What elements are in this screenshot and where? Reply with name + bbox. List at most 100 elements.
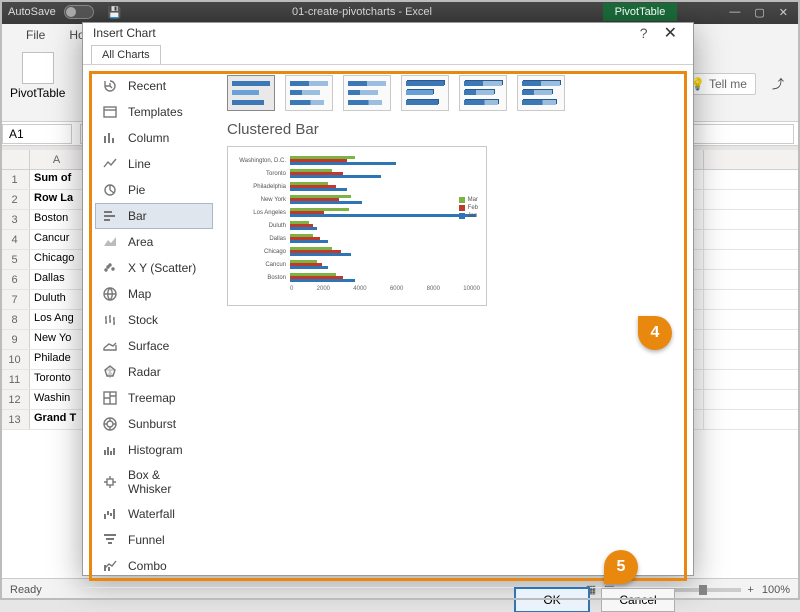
cell[interactable]: Chicago bbox=[30, 250, 84, 269]
subtype-3d-stacked-bar[interactable] bbox=[459, 75, 507, 111]
treemap-icon bbox=[102, 390, 118, 406]
app-titlebar: AutoSave 💾 01-create-pivotcharts - Excel… bbox=[0, 0, 800, 24]
minimize-icon[interactable]: — bbox=[729, 6, 740, 19]
cell[interactable]: Toronto bbox=[30, 370, 84, 389]
templates-icon bbox=[102, 104, 118, 120]
scatter-icon bbox=[102, 260, 118, 276]
subtype-3d-clustered-bar[interactable] bbox=[401, 75, 449, 111]
category-label: Funnel bbox=[128, 533, 165, 547]
row-header[interactable]: 8 bbox=[0, 310, 30, 329]
qat-save-icon[interactable]: 💾 bbox=[108, 6, 122, 19]
maximize-icon[interactable]: ▢ bbox=[754, 6, 764, 19]
chart-category-treemap[interactable]: Treemap bbox=[95, 385, 213, 411]
ok-button[interactable]: OK bbox=[515, 588, 589, 612]
cell[interactable]: Cancur bbox=[30, 230, 84, 249]
chart-category-scatter[interactable]: X Y (Scatter) bbox=[95, 255, 213, 281]
chart-category-waterfall[interactable]: Waterfall bbox=[95, 501, 213, 527]
surface-icon bbox=[102, 338, 118, 354]
chart-category-map[interactable]: Map bbox=[95, 281, 213, 307]
row-header[interactable]: 9 bbox=[0, 330, 30, 349]
row-header[interactable]: 11 bbox=[0, 370, 30, 389]
row-header[interactable]: 4 bbox=[0, 230, 30, 249]
category-label: Recent bbox=[128, 79, 166, 93]
dialog-close-icon[interactable]: ✕ bbox=[658, 23, 683, 43]
name-box[interactable] bbox=[2, 124, 72, 144]
row-header[interactable]: 3 bbox=[0, 210, 30, 229]
row-header[interactable]: 2 bbox=[0, 190, 30, 209]
chart-category-column[interactable]: Column bbox=[95, 125, 213, 151]
col-header-a[interactable]: A bbox=[30, 150, 84, 169]
chart-category-bar[interactable]: Bar bbox=[95, 203, 213, 229]
radar-icon bbox=[102, 364, 118, 380]
chart-category-stock[interactable]: Stock bbox=[95, 307, 213, 333]
cell[interactable]: Sum of bbox=[30, 170, 84, 189]
category-label: Map bbox=[128, 287, 151, 301]
row-header[interactable]: 13 bbox=[0, 410, 30, 429]
chart-category-radar[interactable]: Radar bbox=[95, 359, 213, 385]
tab-all-charts[interactable]: All Charts bbox=[91, 45, 161, 64]
pie-icon bbox=[102, 182, 118, 198]
autosave-toggle[interactable] bbox=[64, 5, 94, 19]
ribbon-pivottable[interactable]: PivotTable bbox=[0, 46, 75, 121]
dialog-title: Insert Chart bbox=[93, 26, 156, 40]
chart-category-histogram[interactable]: Histogram bbox=[95, 437, 213, 463]
column-icon bbox=[102, 130, 118, 146]
cell[interactable]: Los Ang bbox=[30, 310, 84, 329]
cell[interactable]: Dallas bbox=[30, 270, 84, 289]
zoom-level: 100% bbox=[762, 584, 790, 596]
autosave-label: AutoSave bbox=[0, 6, 64, 18]
boxwhisker-icon bbox=[102, 474, 118, 490]
category-label: Radar bbox=[128, 365, 161, 379]
subtype-3d-100-stacked-bar[interactable] bbox=[517, 75, 565, 111]
chart-category-area[interactable]: Area bbox=[95, 229, 213, 255]
category-label: Treemap bbox=[128, 391, 176, 405]
sunburst-icon bbox=[102, 416, 118, 432]
chart-category-surface[interactable]: Surface bbox=[95, 333, 213, 359]
cell[interactable]: Grand T bbox=[30, 410, 84, 429]
chart-category-funnel[interactable]: Funnel bbox=[95, 527, 213, 553]
subtype-100-stacked-bar[interactable] bbox=[343, 75, 391, 111]
map-icon bbox=[102, 286, 118, 302]
close-icon[interactable]: ✕ bbox=[779, 6, 788, 19]
category-label: Box & Whisker bbox=[128, 468, 206, 496]
share-button[interactable]: ⤴ bbox=[766, 72, 790, 95]
category-label: Surface bbox=[128, 339, 169, 353]
insert-chart-dialog: Insert Chart ? ✕ All Charts Recent Templa… bbox=[82, 22, 694, 576]
chart-category-boxwhisker[interactable]: Box & Whisker bbox=[95, 463, 213, 501]
category-label: Area bbox=[128, 235, 153, 249]
cell[interactable]: Row La bbox=[30, 190, 84, 209]
recent-icon bbox=[102, 78, 118, 94]
tab-file[interactable]: File bbox=[14, 24, 57, 46]
cell[interactable]: Philade bbox=[30, 350, 84, 369]
chart-category-line[interactable]: Line bbox=[95, 151, 213, 177]
chart-category-combo[interactable]: Combo bbox=[95, 553, 213, 579]
cell[interactable]: Washin bbox=[30, 390, 84, 409]
category-label: Bar bbox=[128, 209, 147, 223]
category-label: Waterfall bbox=[128, 507, 175, 521]
status-ready: Ready bbox=[10, 584, 42, 596]
row-header[interactable]: 1 bbox=[0, 170, 30, 189]
chart-category-pie[interactable]: Pie bbox=[95, 177, 213, 203]
row-header[interactable]: 6 bbox=[0, 270, 30, 289]
histogram-icon bbox=[102, 442, 118, 458]
category-label: Combo bbox=[128, 559, 167, 573]
chart-preview[interactable]: Washington, D.C.TorontoPhiladelphiaNew Y… bbox=[227, 146, 487, 306]
subtype-clustered-bar[interactable] bbox=[227, 75, 275, 111]
select-all[interactable] bbox=[0, 150, 30, 169]
cancel-button[interactable]: Cancel bbox=[601, 588, 675, 612]
row-header[interactable]: 12 bbox=[0, 390, 30, 409]
cell[interactable]: Duluth bbox=[30, 290, 84, 309]
subtype-stacked-bar[interactable] bbox=[285, 75, 333, 111]
row-header[interactable]: 10 bbox=[0, 350, 30, 369]
category-label: Histogram bbox=[128, 443, 183, 457]
dialog-help-icon[interactable]: ? bbox=[630, 25, 658, 41]
row-header[interactable]: 7 bbox=[0, 290, 30, 309]
row-header[interactable]: 5 bbox=[0, 250, 30, 269]
line-icon bbox=[102, 156, 118, 172]
annotation-badge-4: 4 bbox=[638, 316, 672, 350]
cell[interactable]: New Yo bbox=[30, 330, 84, 349]
chart-category-templates[interactable]: Templates bbox=[95, 99, 213, 125]
chart-category-recent[interactable]: Recent bbox=[95, 73, 213, 99]
chart-category-sunburst[interactable]: Sunburst bbox=[95, 411, 213, 437]
cell[interactable]: Boston bbox=[30, 210, 84, 229]
